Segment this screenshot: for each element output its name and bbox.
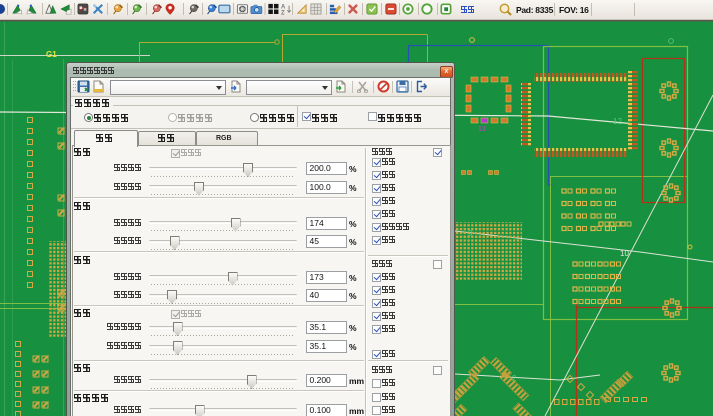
svg-text:A: A — [281, 5, 286, 11]
svg-text:G1: G1 — [46, 50, 57, 59]
svg-text:13: 13 — [478, 126, 486, 133]
svg-text:10: 10 — [620, 249, 629, 258]
svg-text:Z: Z — [281, 11, 285, 17]
svg-text:12: 12 — [613, 117, 622, 126]
